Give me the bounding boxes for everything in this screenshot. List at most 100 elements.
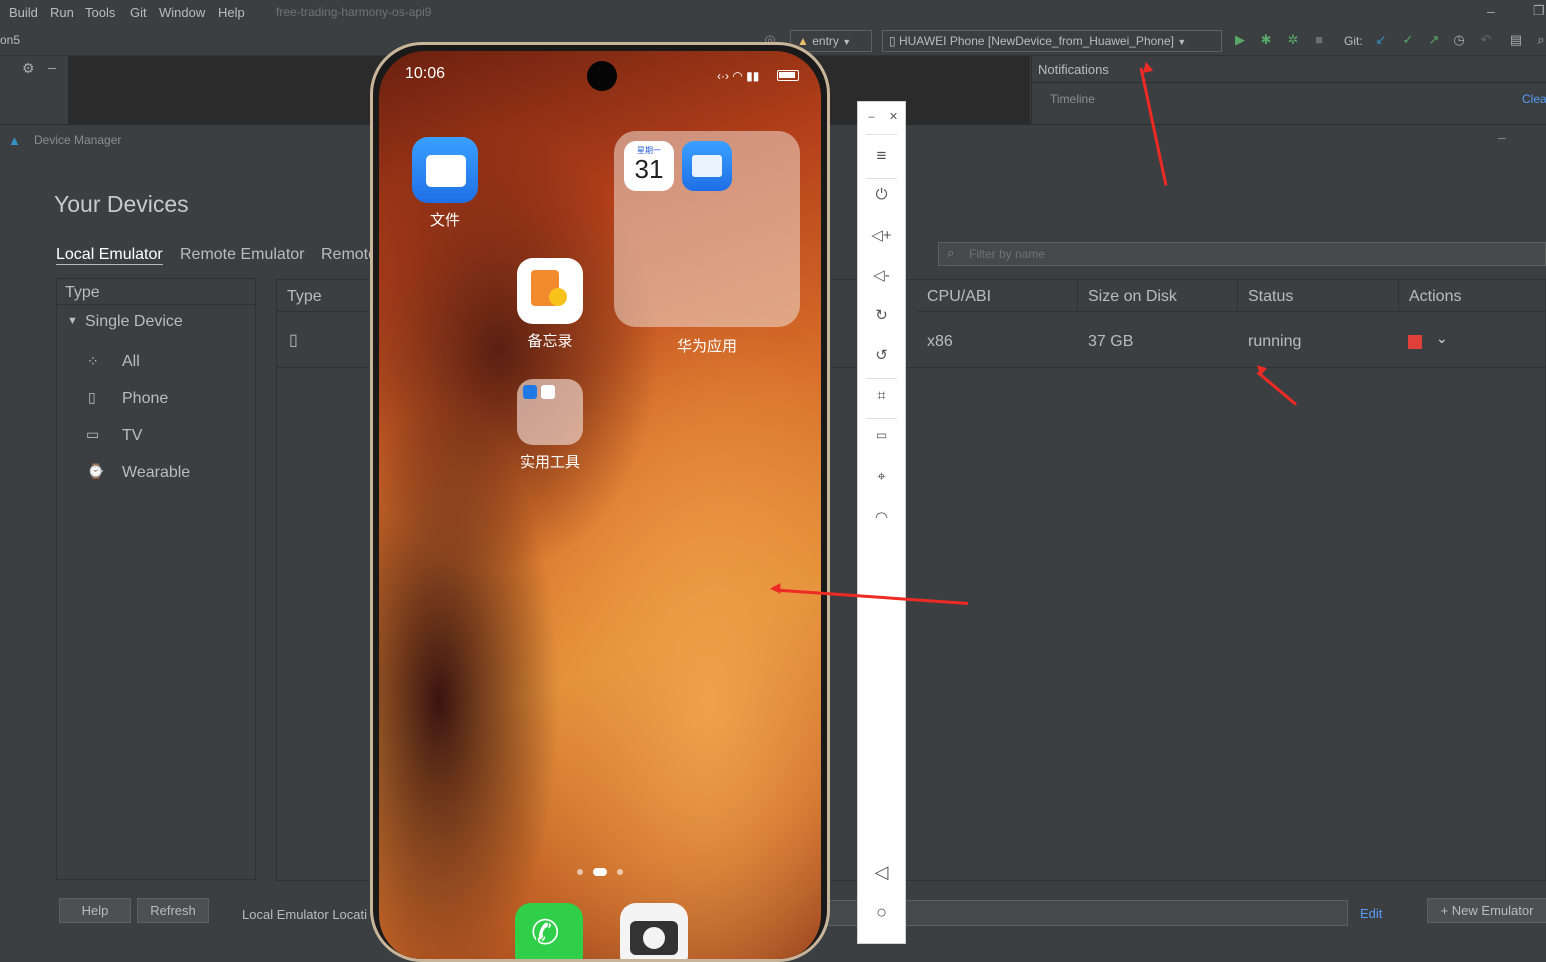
page-title: Your Devices — [54, 191, 189, 217]
col-header-size[interactable]: Size on Disk — [1078, 280, 1238, 312]
chevron-down-icon: ▼ — [842, 37, 852, 47]
search-icon[interactable]: ⌕ — [1533, 32, 1546, 48]
power-icon[interactable]: ⏻ — [858, 186, 905, 203]
filter-input[interactable]: ⌕ Filter by name — [938, 242, 1546, 266]
folder-icon — [412, 137, 478, 203]
tree-single-device[interactable]: Single Device — [85, 313, 183, 331]
col-header-cpu[interactable]: CPU/ABI — [917, 280, 1078, 312]
cell-cpu: x86 — [927, 333, 953, 350]
menu-tools[interactable]: Tools — [85, 5, 115, 20]
screenshot-icon[interactable]: ⌗ — [858, 387, 905, 404]
phone-home-screen[interactable]: 10:06 ‹·› ◠ ▮▮ 文件 备忘录 星期一 31 华为应用 实用工具 ✆ — [379, 51, 821, 959]
tree-item-wearable[interactable]: Wearable — [122, 464, 190, 482]
gear-icon[interactable]: ⚙ — [22, 60, 35, 77]
hide-icon[interactable]: – — [48, 59, 56, 75]
app-memo[interactable]: 备忘录 — [516, 258, 584, 351]
tree-item-all[interactable]: All — [122, 353, 140, 371]
tool-window-strip: ⚙ – — [0, 56, 68, 124]
phone-app-icon[interactable]: ✆ — [515, 903, 583, 959]
status-time: 10:06 — [405, 65, 446, 82]
wifi-icon[interactable]: ◠ — [858, 508, 905, 526]
search-icon: ⌕ — [947, 245, 955, 260]
app-files[interactable]: 文件 — [411, 137, 479, 230]
tab-local-emulator[interactable]: Local Emulator — [56, 246, 163, 265]
app-files-label: 文件 — [429, 212, 460, 229]
device-manager-title: Device Manager — [34, 133, 122, 147]
notifications-title: Notifications — [1038, 62, 1109, 77]
menu-help[interactable]: Help — [218, 5, 245, 20]
page-dot-active — [593, 868, 607, 876]
help-button[interactable]: Help — [59, 898, 131, 923]
restore-icon[interactable]: ❐ — [1533, 3, 1545, 19]
phone-icon: ▯ — [88, 389, 96, 405]
tools-folder-icon — [517, 379, 583, 445]
debug-icon[interactable]: ✱ — [1258, 32, 1274, 48]
watch-icon: ⌚ — [87, 463, 105, 479]
notifications-panel: Notifications Timeline Clea — [1031, 56, 1546, 124]
stop-icon[interactable]: ■ — [1311, 32, 1327, 48]
col-header-actions[interactable]: Actions — [1399, 280, 1546, 312]
git-commit-icon[interactable]: ✓ — [1400, 32, 1416, 48]
menu-window[interactable]: Window — [159, 5, 205, 20]
location-icon[interactable]: ⌖ — [858, 468, 905, 485]
emulator-location-label: Local Emulator Locati — [242, 907, 368, 922]
menu-build[interactable]: Build — [9, 5, 38, 20]
battery-icon — [777, 70, 799, 81]
camera-app-icon[interactable] — [620, 903, 688, 959]
minimize-icon[interactable]: – — [1487, 3, 1495, 19]
menu-git[interactable]: Git — [130, 5, 147, 20]
git-push-icon[interactable]: ↗ — [1426, 32, 1442, 48]
stop-emulator-button[interactable] — [1408, 335, 1422, 349]
folder-huawei-apps[interactable]: 星期一 31 — [614, 131, 800, 327]
tab-remote-device[interactable]: Remote — [321, 246, 377, 264]
toolbar-left-text: on5 — [0, 33, 21, 47]
type-panel-header: Type — [57, 279, 255, 305]
refresh-button[interactable]: Refresh — [137, 898, 209, 923]
chevron-down-icon[interactable]: ⌄ — [1436, 330, 1448, 347]
git-label: Git: — [1344, 34, 1363, 48]
device-combo[interactable]: ▯ HUAWEI Phone [NewDevice_from_Huawei_Ph… — [882, 30, 1222, 52]
history-icon[interactable]: ◷ — [1451, 32, 1467, 48]
phone-icon: ▯ — [289, 332, 298, 349]
menu-bar: Build Run Tools Git Window Help free-tra… — [0, 0, 1546, 26]
clear-all-link[interactable]: Clea — [1522, 92, 1546, 106]
folder-tools[interactable]: 实用工具 — [516, 379, 584, 472]
home-icon[interactable]: ○ — [858, 902, 905, 923]
project-structure-icon[interactable]: ▤ — [1508, 32, 1524, 48]
close-icon[interactable]: ✕ — [870, 110, 917, 123]
menu-run[interactable]: Run — [50, 5, 74, 20]
col-header-status[interactable]: Status — [1238, 280, 1399, 312]
page-dot — [577, 869, 583, 875]
attach-debugger-icon[interactable]: ✲ — [1285, 32, 1301, 48]
git-update-icon[interactable]: ↙ — [1373, 32, 1389, 48]
status-icons: ‹·› ◠ ▮▮ — [717, 69, 760, 83]
col-header-type[interactable]: Type — [277, 280, 377, 312]
collapse-icon[interactable]: ▼ — [67, 315, 78, 327]
phone-emulator[interactable]: 10:06 ‹·› ◠ ▮▮ 文件 备忘录 星期一 31 华为应用 实用工具 ✆ — [370, 42, 830, 962]
menu-icon[interactable]: ≡ — [858, 146, 905, 166]
rotate-right-icon[interactable]: ↻ — [858, 306, 905, 324]
device-manager-icon: ▲ — [8, 133, 21, 148]
tree-item-phone[interactable]: Phone — [122, 390, 168, 408]
filter-placeholder: Filter by name — [969, 247, 1046, 261]
emulator-side-toolbar: – ✕ ≡ ⏻ ◁+ ◁- ↻ ↺ ⌗ ▭ ⌖ ◠ ◁ ○ — [857, 101, 906, 944]
memo-icon — [517, 258, 583, 324]
app-memo-label: 备忘录 — [527, 333, 573, 350]
run-icon[interactable]: ▶ — [1232, 32, 1248, 48]
tree-item-tv[interactable]: TV — [122, 427, 142, 445]
page-dot — [617, 869, 623, 875]
email-icon — [682, 141, 732, 191]
new-emulator-button[interactable]: + New Emulator — [1427, 898, 1546, 923]
type-panel: Type ▼ Single Device ⁘ All ▯ Phone ▭ TV … — [56, 278, 256, 880]
back-icon[interactable]: ◁ — [858, 862, 905, 883]
minimize-icon[interactable]: – — [1498, 129, 1506, 145]
tab-remote-emulator[interactable]: Remote Emulator — [180, 246, 305, 264]
volume-up-icon[interactable]: ◁+ — [858, 226, 905, 244]
cell-status: running — [1248, 333, 1302, 350]
rotate-left-icon[interactable]: ↺ — [858, 346, 905, 364]
timeline-label: Timeline — [1050, 92, 1095, 106]
edit-link[interactable]: Edit — [1360, 906, 1382, 921]
battery-icon[interactable]: ▭ — [858, 428, 905, 442]
volume-down-icon[interactable]: ◁- — [858, 266, 905, 284]
rollback-icon[interactable]: ↶ — [1478, 32, 1494, 48]
